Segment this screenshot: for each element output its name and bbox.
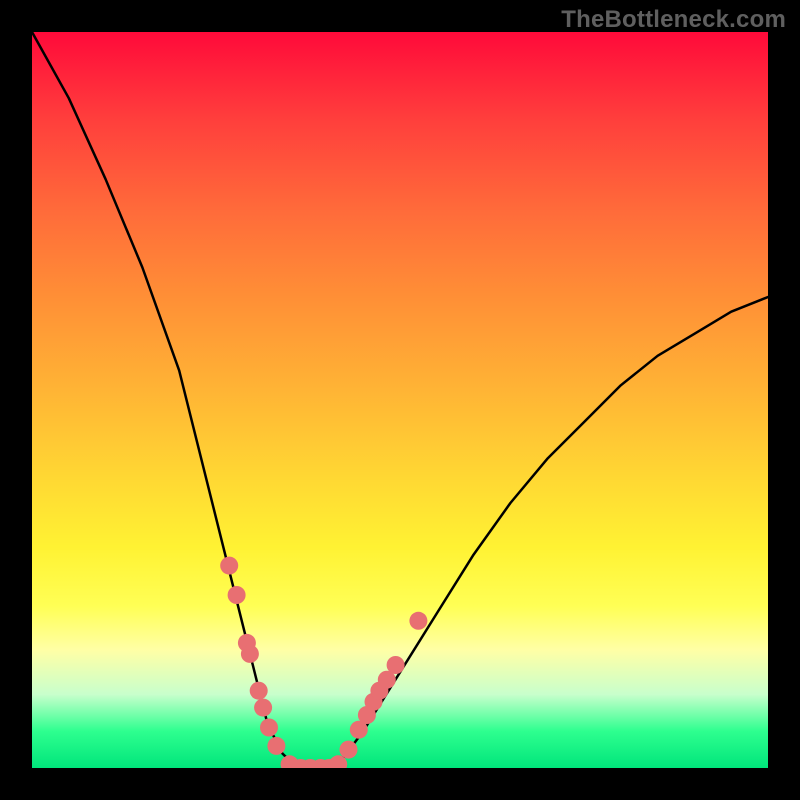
plot-area xyxy=(32,32,768,768)
marker-dot xyxy=(250,682,268,700)
marker-dot xyxy=(260,719,278,737)
marker-dot xyxy=(241,645,259,663)
curve-layer xyxy=(32,32,768,768)
marker-dot xyxy=(409,612,427,630)
marker-dot xyxy=(340,741,358,759)
marker-dot xyxy=(254,699,272,717)
chart-frame: TheBottleneck.com xyxy=(0,0,800,800)
marker-dot xyxy=(387,656,405,674)
watermark-text: TheBottleneck.com xyxy=(561,6,786,34)
marker-dot xyxy=(267,737,285,755)
highlight-dots xyxy=(220,557,427,768)
marker-dot xyxy=(228,586,246,604)
marker-dot xyxy=(220,557,238,575)
